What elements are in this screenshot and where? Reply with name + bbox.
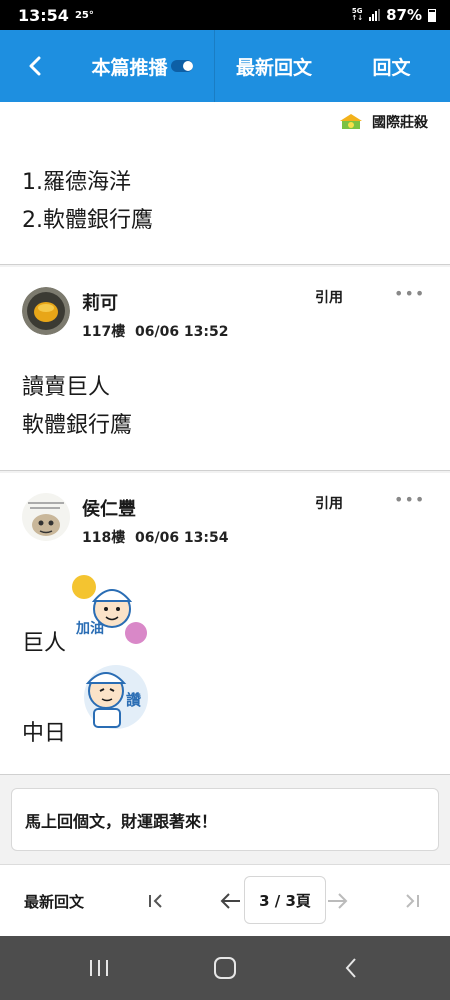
article-content: 國際莊殺 1.羅德海洋 2.軟體銀行鷹: [0, 102, 450, 265]
chevron-left-icon: [29, 56, 41, 76]
signal-icon: [369, 9, 381, 21]
floor-number: 117樓: [82, 324, 126, 340]
last-page-button[interactable]: [396, 885, 428, 917]
system-back-button[interactable]: [335, 952, 367, 984]
system-navigation-bar: [0, 936, 450, 1000]
clock: 13:54: [18, 5, 69, 25]
status-bar: 13:54 25° 5G ↑↓ 87%: [0, 0, 450, 30]
article-line-2: 2.軟體銀行鷹: [22, 208, 153, 233]
app-header: 本篇推播 最新回文 回文: [0, 30, 450, 102]
more-options-icon[interactable]: •••: [394, 284, 425, 303]
thumbs-up-sticker-image: 讚: [84, 665, 148, 729]
reply-area: 馬上回個文，財運跟著來！: [0, 777, 450, 863]
next-page-button[interactable]: [322, 885, 354, 917]
arrow-right-icon: [328, 893, 348, 909]
avatar-pudding-image: [22, 287, 70, 335]
post-line-2: 中日: [22, 721, 67, 746]
reply-post: 莉可 117樓 06/06 13:52 引用 ••• 讀賣巨人 軟體銀行鷹: [0, 267, 450, 471]
post-author[interactable]: 莉可: [82, 289, 118, 315]
post-line-1: 巨人: [22, 631, 67, 656]
post-line-1: 讀賣巨人: [22, 375, 111, 400]
quote-button[interactable]: 引用: [315, 493, 343, 513]
back-icon: [345, 958, 356, 978]
battery-icon: [428, 8, 436, 22]
cheer-sticker-image: 加油: [72, 575, 147, 644]
post-datetime: 06/06 13:54: [134, 530, 229, 546]
tab-recommend-label: 本篇推播: [91, 56, 168, 79]
toggle-switch[interactable]: [170, 60, 193, 72]
reply-post: 侯仁豐 118樓 06/06 13:54 引用 ••• 巨人 加油 中日 讚: [0, 473, 450, 775]
tab-recommend-toggle[interactable]: 本篇推播: [70, 30, 215, 102]
post-datetime: 06/06 13:52: [134, 324, 229, 340]
post-meta: 117樓 06/06 13:52: [82, 321, 229, 341]
floor-number: 118樓: [82, 530, 126, 546]
post-line-2: 軟體銀行鷹: [22, 413, 133, 438]
battery-level: 87%: [386, 6, 422, 24]
prev-page-button[interactable]: [214, 885, 246, 917]
article-line-1: 1.羅德海洋: [22, 170, 131, 195]
reply-input[interactable]: 馬上回個文，財運跟著來！: [11, 788, 439, 851]
first-page-icon: [149, 894, 162, 908]
page-indicator[interactable]: 3 / 3頁: [244, 876, 326, 924]
board-link[interactable]: 國際莊殺: [338, 112, 428, 132]
avatar-cartoon-image: [22, 493, 70, 541]
avatar[interactable]: [22, 493, 70, 541]
board-logo-icon: [340, 114, 362, 129]
quote-button[interactable]: 引用: [315, 287, 343, 307]
sticker-caption-like: 讚: [126, 691, 141, 709]
board-name: 國際莊殺: [372, 115, 428, 131]
post-author[interactable]: 侯仁豐: [82, 495, 136, 521]
more-options-icon[interactable]: •••: [394, 490, 425, 509]
recent-apps-icon: [90, 960, 108, 976]
temperature: 25°: [74, 9, 94, 21]
arrow-left-icon: [220, 893, 240, 909]
back-button[interactable]: [0, 30, 70, 102]
avatar[interactable]: [22, 287, 70, 335]
last-page-icon: [406, 894, 419, 908]
home-button[interactable]: [209, 952, 241, 984]
latest-replies-button[interactable]: 最新回文: [24, 891, 84, 912]
tab-reply[interactable]: 回文: [333, 30, 450, 102]
recent-apps-button[interactable]: [83, 952, 115, 984]
post-meta: 118樓 06/06 13:54: [82, 527, 229, 547]
pager-bar: 最新回文 3 / 3頁: [0, 864, 450, 936]
home-icon: [214, 957, 236, 979]
tab-latest-replies[interactable]: 最新回文: [215, 30, 333, 102]
network-indicator: 5G ↑↓: [351, 7, 364, 22]
first-page-button[interactable]: [140, 885, 172, 917]
sticker-caption-cheer: 加油: [75, 620, 104, 637]
